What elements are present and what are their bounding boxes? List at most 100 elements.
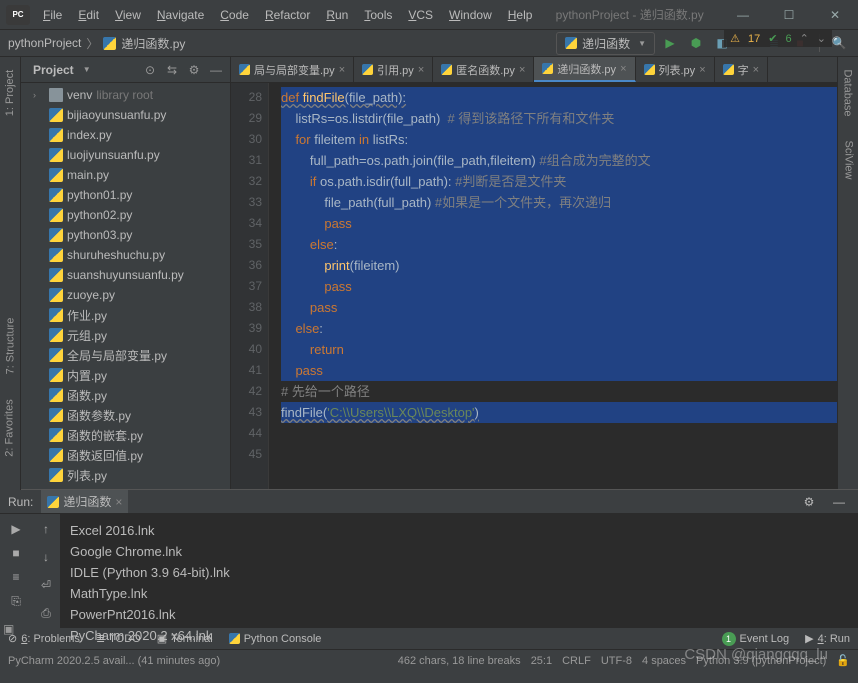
tree-item[interactable]: index.py [21,125,230,145]
print-icon[interactable]: ⎙ [35,602,57,624]
file-encoding[interactable]: UTF-8 [601,655,632,667]
editor-tab[interactable]: 匿名函数.py× [433,57,534,82]
minimize-button[interactable]: — [720,0,766,30]
editor-tab[interactable]: 局与局部变量.py× [231,57,354,82]
chevron-up-icon[interactable]: ⌃ [800,32,809,45]
tree-item[interactable]: luojiyunsuanfu.py [21,145,230,165]
breadcrumb-file[interactable]: 递归函数.py [121,35,185,52]
tree-item[interactable]: 函数.py [21,385,230,405]
hide-icon[interactable]: — [208,62,224,78]
menu-window[interactable]: Window [442,5,499,25]
run-config-selector[interactable]: 递归函数 ▼ [556,32,655,55]
layout-icon[interactable]: ≡ [5,566,27,588]
tree-item[interactable]: main.py [21,165,230,185]
menu-view[interactable]: View [108,5,148,25]
down-icon[interactable]: ↓ [35,546,57,568]
menu-refactor[interactable]: Refactor [258,5,317,25]
breadcrumb: pythonProject 〉 递归函数.py [8,35,185,52]
tool-windows-icon[interactable]: ▣ [3,622,18,637]
tree-item[interactable]: 函数参数.py [21,405,230,425]
chevron-right-icon: 〉 [86,35,98,52]
settings-gear-icon[interactable]: ⚙ [186,62,202,78]
tree-item[interactable]: 函数的嵌套.py [21,425,230,445]
tree-item[interactable]: zuoye.py [21,285,230,305]
menu-edit[interactable]: Edit [71,5,106,25]
close-icon[interactable]: × [699,64,705,76]
menu-run[interactable]: Run [319,5,355,25]
code-area[interactable]: def findFile(file_path): listRs=os.listd… [269,83,837,489]
python-console-tab[interactable]: Python Console [229,633,322,645]
debug-button[interactable]: ⬢ [685,32,707,54]
up-icon[interactable]: ↑ [35,518,57,540]
editor-tab[interactable]: 列表.py× [636,57,715,82]
project-panel-title[interactable]: Project [33,63,74,77]
project-tool-tab[interactable]: 1: Project [4,70,16,116]
run-tab-bottom[interactable]: ▶ 4: Run [805,632,850,645]
tree-item[interactable]: 列表.py [21,465,230,485]
soft-wrap-icon[interactable]: ⏎ [35,574,57,596]
menu-help[interactable]: Help [501,5,540,25]
tree-item[interactable]: suanshuyunsuanfu.py [21,265,230,285]
run-button[interactable]: ▶ [659,32,681,54]
hide-icon[interactable]: — [828,491,850,513]
tree-item[interactable]: 函数返回值.py [21,445,230,465]
expand-all-icon[interactable]: ⇆ [164,62,180,78]
editor-tab[interactable]: 引用.py× [354,57,433,82]
warning-icon: ⚠ [730,32,740,45]
lock-icon[interactable]: 🔓 [836,654,850,667]
editor-tab[interactable]: 字× [715,57,768,82]
close-button[interactable]: ✕ [812,0,858,30]
structure-tool-tab[interactable]: 7: Structure [4,318,16,375]
sciview-tool-tab[interactable]: SciView [842,141,854,180]
chevron-down-icon[interactable]: ⌄ [817,32,826,45]
terminal-tab[interactable]: ▣ Terminal [157,632,213,645]
caret-position[interactable]: 25:1 [531,655,552,667]
interpreter-info[interactable]: Python 3.9 (pythonProject) [696,655,826,667]
close-icon[interactable]: × [418,64,424,76]
editor-body[interactable]: 282930313233343536373839404142434445 def… [231,83,837,489]
tree-item[interactable]: python02.py [21,205,230,225]
line-separator[interactable]: CRLF [562,655,591,667]
run-tab-label: 递归函数 [63,493,111,510]
todo-tab[interactable]: ≣ TODO [96,632,141,645]
tree-item[interactable]: 内置.py [21,365,230,385]
project-tree[interactable]: ›venv library rootbijiaoyunsuanfu.pyinde… [21,83,230,489]
close-icon[interactable]: × [620,63,626,75]
menu-navigate[interactable]: Navigate [150,5,211,25]
breadcrumb-root[interactable]: pythonProject [8,36,81,50]
close-icon[interactable]: × [753,64,759,76]
chevron-down-icon[interactable]: ▼ [83,65,91,74]
tree-item[interactable]: 作业.py [21,305,230,325]
menu-vcs[interactable]: VCS [401,5,440,25]
tree-item[interactable]: shuruheshuchu.py [21,245,230,265]
menu-file[interactable]: File [36,5,69,25]
locate-icon[interactable]: ⊙ [142,62,158,78]
pin-icon[interactable]: ⎘ [5,590,27,612]
tree-item[interactable]: ›venv library root [21,85,230,105]
editor-tab[interactable]: 递归函数.py× [534,57,635,82]
database-tool-tab[interactable]: Database [842,69,854,116]
run-tab[interactable]: 递归函数 × [41,490,128,513]
indent-info[interactable]: 4 spaces [642,655,686,667]
tree-item[interactable]: 元组.py [21,325,230,345]
tree-item[interactable]: python03.py [21,225,230,245]
event-log-tab[interactable]: 1 Event Log [722,632,790,646]
tree-item[interactable]: bijiaoyunsuanfu.py [21,105,230,125]
editor-inspection-widget[interactable]: ⚠ 17 ✔ 6 ⌃ ⌄ [724,30,832,47]
close-icon[interactable]: × [519,64,525,76]
line-number-gutter: 282930313233343536373839404142434445 [231,83,269,489]
favorites-tool-tab[interactable]: 2: Favorites [4,399,16,456]
rerun-button[interactable]: ▶ [5,518,27,540]
tree-item[interactable]: python01.py [21,185,230,205]
menu-tools[interactable]: Tools [357,5,399,25]
tree-item[interactable]: 全局与局部变量.py [21,345,230,365]
update-notice[interactable]: PyCharm 2020.2.5 avail... (41 minutes ag… [8,655,220,667]
menu-code[interactable]: Code [213,5,256,25]
stop-button[interactable]: ■ [5,542,27,564]
maximize-button[interactable]: ☐ [766,0,812,30]
close-icon[interactable]: × [339,64,345,76]
close-icon[interactable]: × [115,495,122,509]
settings-gear-icon[interactable]: ⚙ [798,491,820,513]
python-icon [47,496,59,508]
problems-tab[interactable]: ⊘ 6: Problems [8,632,80,645]
